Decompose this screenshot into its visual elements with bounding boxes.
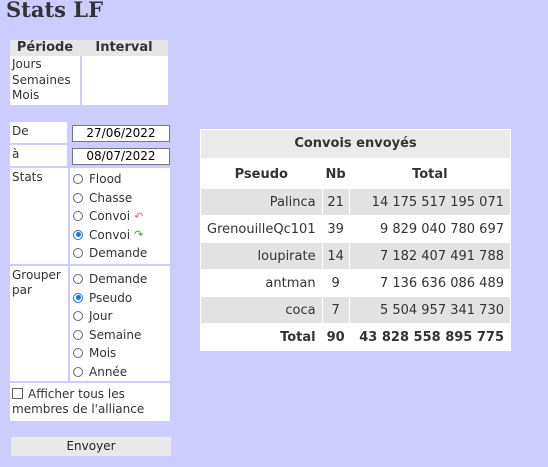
from-date-input[interactable] [72,124,170,142]
cell-total: 14 175 517 195 071 [349,189,510,215]
group-option-annee[interactable]: Année [70,363,170,382]
all-members-label: Afficher tous les membres de l'alliance [12,387,145,416]
all-members-option[interactable]: Afficher tous les membres de l'alliance [10,383,170,421]
radio-button-selected[interactable] [73,292,83,303]
total-value: 43 828 558 895 775 [349,324,510,350]
stats-option-convoi-sent[interactable]: Convoi ↷ [70,226,170,245]
stats-option-convoi-received[interactable]: Convoi ↶ [70,207,170,226]
radio-button[interactable] [73,248,83,259]
interval-cell [82,56,168,105]
stats-option-flood[interactable]: Flood [70,170,170,189]
to-label: à [10,145,68,166]
radio-button[interactable] [73,211,83,222]
page-title: Stats LF [6,0,103,22]
cell-nb: 14 [322,243,349,269]
table-row: loupirate 14 7 182 407 491 788 [201,243,510,269]
radio-button[interactable] [73,274,83,285]
period-header-periode: Période [16,40,74,55]
total-row: Total 90 43 828 558 895 775 [201,324,510,350]
period-item-semaines[interactable]: Semaines [12,73,80,89]
results-caption: Convois envoyés [200,129,511,159]
group-label: Grouper par [10,266,68,381]
cell-nb: 39 [322,216,349,242]
radio-button[interactable] [73,366,83,377]
cell-nb: 21 [322,189,349,215]
table-row: Palinca 21 14 175 517 195 071 [201,189,510,215]
total-label: Total [201,324,322,350]
radio-button[interactable] [73,311,83,322]
period-header: Période Interval [10,40,168,56]
green-arrow-icon: ↷ [134,228,144,242]
col-header-pseudo: Pseudo [201,160,322,188]
cell-nb: 7 [322,297,349,323]
period-header-interval: Interval [95,40,153,55]
cell-pseudo: Palinca [201,189,322,215]
cell-pseudo: loupirate [201,243,322,269]
group-option-pseudo[interactable]: Pseudo [70,289,170,308]
period-table: Période Interval Jours Semaines Mois [10,40,168,105]
radio-button[interactable] [73,348,83,359]
group-option-jour[interactable]: Jour [70,307,170,326]
period-item-jours[interactable]: Jours [12,57,80,73]
col-header-total: Total [349,160,510,188]
cell-pseudo: GrenouilleQc101 [201,216,322,242]
stats-form: De à Stats Flood Chasse Convoi↶ Convoi↷ … [10,122,170,421]
stats-option-chasse[interactable]: Chasse [70,189,170,208]
all-members-checkbox[interactable] [12,388,23,399]
radio-button[interactable] [73,174,83,185]
cell-total: 9 829 040 780 697 [349,216,510,242]
total-nb: 90 [322,324,349,350]
submit-button[interactable]: Envoyer [11,437,171,456]
cell-total: 7 182 407 491 788 [349,243,510,269]
col-header-nb: Nb [322,160,349,188]
period-list: Jours Semaines Mois [10,56,80,105]
radio-button[interactable] [73,329,83,340]
stats-option-demande[interactable]: Demande [70,244,170,263]
radio-button-selected[interactable] [73,229,83,240]
group-option-demande[interactable]: Demande [70,270,170,289]
cell-pseudo: antman [201,270,322,296]
from-label: De [10,122,68,143]
table-row: coca 7 5 504 957 341 730 [201,297,510,323]
group-option-mois[interactable]: Mois [70,344,170,363]
cell-total: 5 504 957 341 730 [349,297,510,323]
cell-total: 7 136 636 086 489 [349,270,510,296]
cell-nb: 9 [322,270,349,296]
radio-button[interactable] [73,192,83,203]
results-table: Convois envoyés Pseudo Nb Total Palinca … [200,129,511,351]
group-option-semaine[interactable]: Semaine [70,326,170,345]
table-row: GrenouilleQc101 39 9 829 040 780 697 [201,216,510,242]
stats-label: Stats [10,168,68,264]
red-arrow-icon: ↶ [134,209,144,223]
table-row: antman 9 7 136 636 086 489 [201,270,510,296]
period-item-mois[interactable]: Mois [12,88,80,104]
to-date-input[interactable] [72,147,170,165]
cell-pseudo: coca [201,297,322,323]
